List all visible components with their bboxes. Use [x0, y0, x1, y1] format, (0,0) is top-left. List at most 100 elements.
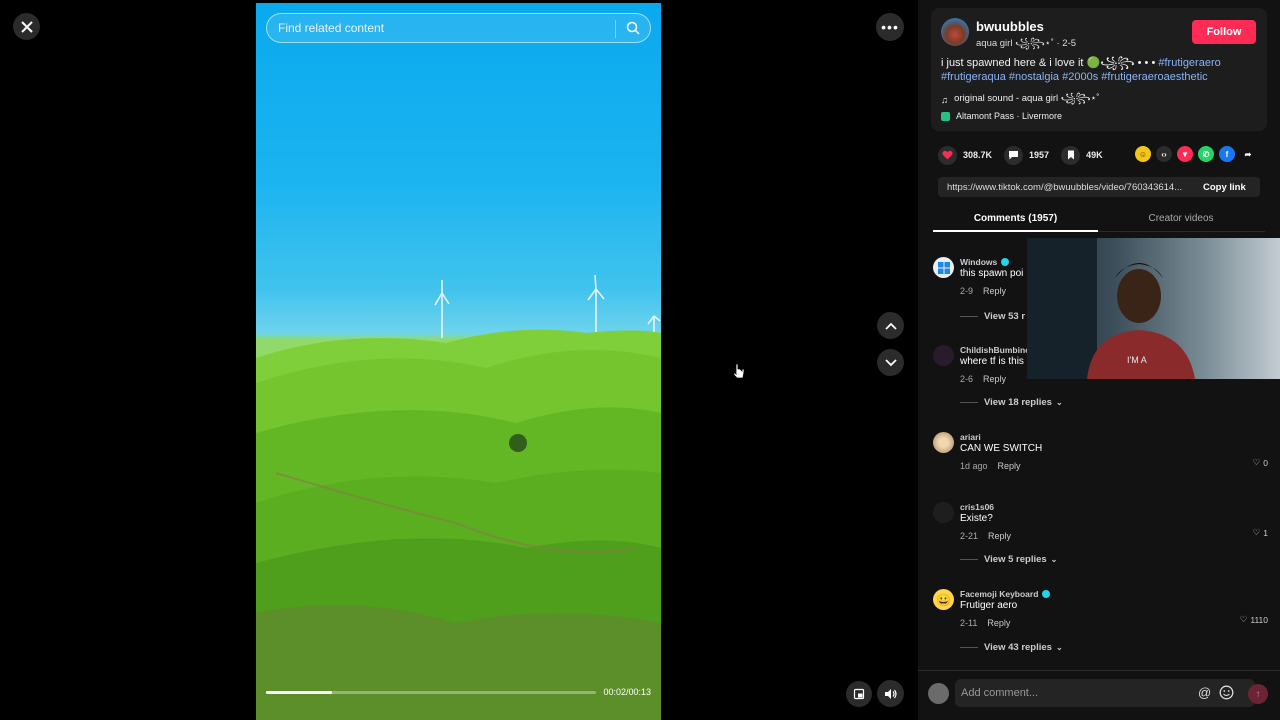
sound-link[interactable]: ♫ original sound - aqua girl ꧁꧂⋆˚ [941, 90, 1100, 110]
video-progress-bar[interactable] [266, 691, 596, 694]
view-replies-button[interactable]: View 43 replies ⌄ [960, 642, 1063, 653]
heart-icon: ♡ [1252, 457, 1261, 467]
bookmark-icon [1061, 145, 1081, 165]
svg-text:I'M A: I'M A [1127, 355, 1147, 365]
picture-in-picture-button[interactable] [846, 681, 872, 707]
facebook-icon[interactable]: f [1219, 146, 1235, 162]
hashtag-link[interactable]: #2000s [1062, 71, 1098, 83]
search-icon[interactable] [626, 21, 640, 35]
commenter-name[interactable]: ariari [960, 432, 981, 442]
next-video-button[interactable] [877, 349, 904, 376]
comment-text: CAN WE SWITCH [960, 443, 1043, 454]
commenter-username: ChildishBumbino [960, 345, 1031, 355]
commenter-avatar[interactable] [933, 345, 954, 366]
comment-input-bar: Add comment... @ ↑ [918, 670, 1280, 720]
close-button[interactable] [13, 13, 40, 40]
video-stage: Find related content 00:02/00:13 ••• [0, 0, 918, 720]
embed-icon[interactable]: ‹› [1156, 146, 1172, 162]
volume-button[interactable] [877, 680, 904, 707]
comment-date: 2-6 [960, 374, 974, 384]
commenter-avatar[interactable]: 😀 [933, 589, 954, 610]
view-replies-button[interactable]: View 18 replies ⌄ [960, 397, 1063, 408]
view-replies-button[interactable]: View 53 r [960, 311, 1025, 322]
commenter-avatar[interactable] [933, 432, 954, 453]
repost-icon[interactable]: ☺ [1135, 146, 1151, 162]
commenter-name[interactable]: cris1s06 [960, 502, 994, 512]
commenter-avatar[interactable] [933, 257, 954, 278]
search-input[interactable]: Find related content [266, 13, 651, 43]
video-timecode: 00:02/00:13 [603, 687, 651, 697]
comment-date: 2-11 [960, 618, 978, 628]
save-count: 49K [1086, 150, 1103, 160]
reply-button[interactable]: Reply [983, 286, 1006, 296]
save-button[interactable]: 49K [1061, 145, 1103, 165]
hashtag-link[interactable]: #frutigeraqua [941, 71, 1006, 83]
previous-video-button[interactable] [877, 312, 904, 339]
view-replies-button[interactable]: View 5 replies ⌄ [960, 554, 1057, 565]
share-arrow-icon[interactable]: ➦ [1240, 146, 1256, 162]
commenter-name[interactable]: Windows [960, 257, 1010, 267]
comment-meta: 2-21 Reply [960, 531, 1011, 541]
webcam-person-image: I'M A [1027, 238, 1195, 379]
heart-icon: ♡ [1252, 527, 1261, 537]
hashtag-link[interactable]: #frutigeraeroaesthetic [1101, 71, 1207, 83]
send-icon: ↑ [1255, 688, 1261, 700]
emoji-icon[interactable] [1219, 685, 1234, 700]
like-button[interactable]: 308.7K [938, 145, 993, 165]
chevron-down-icon: ⌄ [1055, 398, 1063, 407]
comment-item: 😀 Facemoji Keyboard Frutiger aero 2-11 Re… [933, 589, 1268, 659]
author-username[interactable]: bwuubbles [976, 19, 1044, 34]
like-count: 308.7K [963, 150, 993, 160]
comment-like-button[interactable]: ♡ 1 [1253, 527, 1268, 538]
search-placeholder: Find related content [278, 21, 385, 35]
comment-item: cris1s06 Existe? 2-21 Reply ♡ 1 View 5 rep… [933, 502, 1268, 572]
copy-link-button[interactable]: Copy link [1193, 182, 1246, 193]
sound-name: original sound - aqua girl ꧁꧂⋆˚ [954, 93, 1100, 104]
comment-input-placeholder: Add comment... [961, 687, 1039, 699]
location-link[interactable]: Altamont Pass · Livermore [941, 111, 1062, 121]
author-avatar[interactable] [941, 18, 969, 46]
video-url[interactable]: https://www.tiktok.com/@bwuubbles/video/… [938, 182, 1193, 193]
video-progress-fill [266, 691, 332, 694]
view-replies-label: View 18 replies [984, 397, 1052, 408]
view-replies-label: View 5 replies [984, 554, 1047, 565]
comment-text: where tf is this [960, 356, 1024, 367]
current-user-avatar[interactable] [928, 683, 949, 704]
heart-icon: ♡ [1239, 614, 1248, 624]
tab-creator-videos[interactable]: Creator videos [1101, 213, 1261, 224]
follow-button[interactable]: Follow [1192, 20, 1256, 44]
reply-button[interactable]: Reply [988, 531, 1011, 541]
hashtag-link[interactable]: #frutigeraero [1158, 57, 1220, 69]
more-options-button[interactable]: ••• [876, 13, 904, 41]
reply-button[interactable]: Reply [998, 461, 1021, 471]
at-icon[interactable]: @ [1198, 685, 1211, 700]
send-to-friends-icon[interactable]: ▼ [1177, 146, 1193, 162]
commenter-name[interactable]: Facemoji Keyboard [960, 589, 1051, 599]
comment-meta: 2-6 Reply [960, 374, 1006, 384]
reply-button[interactable]: Reply [987, 618, 1010, 628]
commenter-username: Facemoji Keyboard [960, 589, 1039, 599]
comment-date: 2-9 [960, 286, 974, 296]
chevron-down-icon: ⌄ [1055, 643, 1063, 652]
commenter-username: cris1s06 [960, 502, 995, 512]
tab-comments[interactable]: Comments (1957) [933, 213, 1098, 224]
reply-button[interactable]: Reply [983, 374, 1006, 384]
send-comment-button[interactable]: ↑ [1248, 684, 1268, 704]
location-name: Altamont Pass · Livermore [956, 111, 1063, 121]
commenter-name[interactable]: ChildishBumbino [960, 345, 1030, 355]
webcam-overlay: I'M A [1027, 238, 1280, 379]
commenter-avatar[interactable] [933, 502, 954, 523]
comment-meta: 2-11 Reply [960, 618, 1010, 628]
more-icon: ••• [881, 19, 899, 35]
location-icon [941, 111, 950, 121]
hashtag-link[interactable]: #nostalgia [1009, 71, 1059, 83]
comment-item: ariari CAN WE SWITCH 1d ago Reply ♡ 0 [933, 432, 1268, 477]
verified-badge-icon [1001, 258, 1010, 266]
comment-like-button[interactable]: ♡ 0 [1253, 457, 1268, 468]
comment-button[interactable]: 1957 [1004, 145, 1049, 165]
chevron-up-icon [884, 322, 897, 330]
video-player[interactable]: Find related content 00:02/00:13 [256, 3, 661, 720]
whatsapp-icon[interactable]: ✆ [1198, 146, 1214, 162]
share-link-box: https://www.tiktok.com/@bwuubbles/video/… [938, 177, 1260, 197]
comment-like-button[interactable]: ♡ 1110 [1240, 614, 1268, 625]
